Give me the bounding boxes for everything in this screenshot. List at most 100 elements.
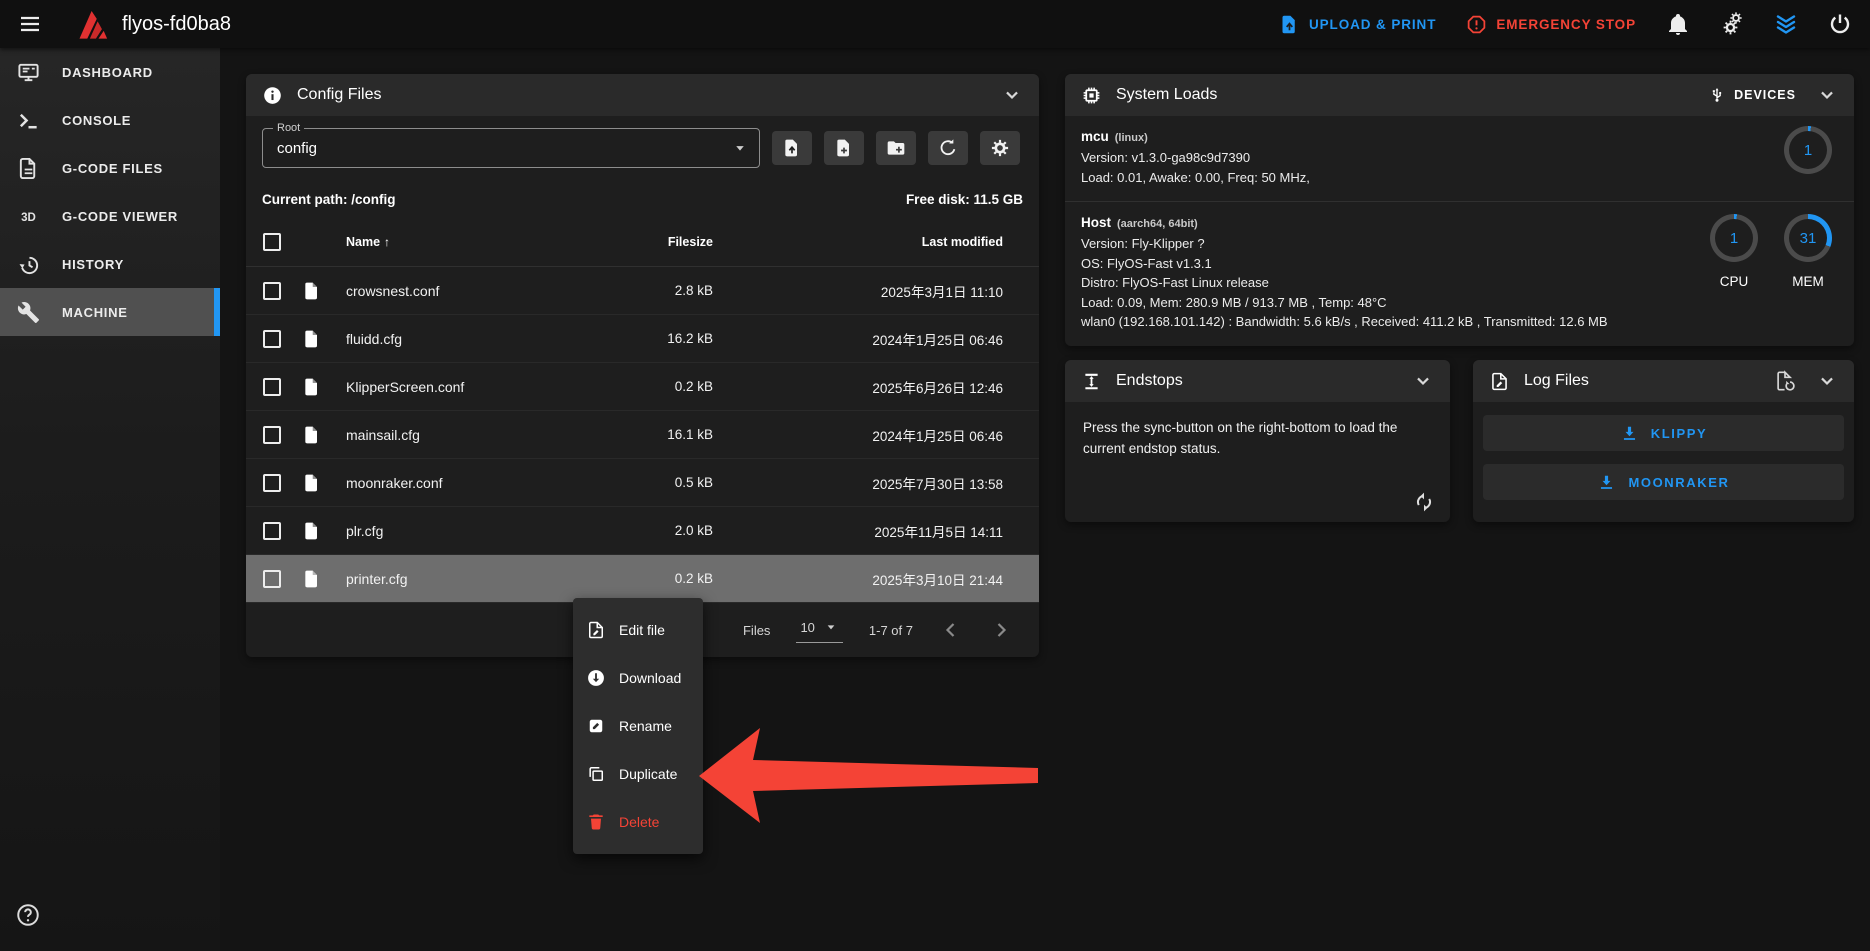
log-download-button[interactable]: KLIPPY — [1483, 415, 1844, 451]
table-body: crowsnest.conf 2.8 kB 2025年3月1日 11:10 fl… — [246, 267, 1039, 603]
mcu-line: Load: 0.01, Awake: 0.00, Freq: 50 MHz, — [1081, 168, 1838, 188]
context-menu-item[interactable]: Delete — [573, 798, 703, 846]
gauge-value: 1 — [1804, 142, 1812, 159]
row-checkbox[interactable] — [263, 426, 281, 444]
next-page-button[interactable] — [989, 618, 1013, 642]
file-modified: 2025年3月10日 21:44 — [713, 569, 1003, 589]
collapse-button[interactable] — [1816, 84, 1838, 106]
create-file-button[interactable] — [824, 131, 864, 165]
info-icon — [262, 85, 283, 106]
panel-title: Endstops — [1116, 372, 1183, 390]
collapse-button[interactable] — [1001, 84, 1023, 106]
sidebar-item[interactable]: G-CODE FILES — [0, 144, 220, 192]
pagination-range: 1-7 of 7 — [869, 623, 913, 638]
table-row[interactable]: mainsail.cfg 16.1 kB 2024年1月25日 06:46 — [246, 411, 1039, 459]
alert-octagon-icon — [1466, 14, 1487, 35]
file-size: 0.2 kB — [533, 379, 713, 394]
help-button[interactable] — [15, 902, 41, 928]
file-name: mainsail.cfg — [346, 427, 533, 443]
table-row[interactable]: crowsnest.conf 2.8 kB 2025年3月1日 11:10 — [246, 267, 1039, 315]
topbar-actions: UPLOAD & PRINT EMERGENCY STOP — [1279, 12, 1852, 36]
log-button-label: KLIPPY — [1651, 426, 1708, 441]
table-row[interactable]: printer.cfg 0.2 kB 2025年3月10日 21:44 — [246, 555, 1039, 603]
row-checkbox[interactable] — [263, 522, 281, 540]
caret-down-icon — [823, 619, 839, 635]
menu-icon — [18, 12, 42, 36]
file-name: crowsnest.conf — [346, 283, 533, 299]
context-menu-item[interactable]: Rename — [573, 702, 703, 750]
table-row[interactable]: moonraker.conf 0.5 kB 2025年7月30日 13:58 — [246, 459, 1039, 507]
notifications-button[interactable] — [1666, 12, 1690, 36]
upload-print-button[interactable]: UPLOAD & PRINT — [1279, 14, 1436, 35]
refresh-button[interactable] — [928, 131, 968, 165]
row-checkbox[interactable] — [263, 378, 281, 396]
context-menu-item[interactable]: Duplicate — [573, 750, 703, 798]
chevron-left-icon — [939, 618, 963, 642]
menu-button[interactable] — [18, 12, 42, 36]
panel-title: Config Files — [297, 86, 381, 104]
services-button[interactable] — [1720, 12, 1744, 36]
gauge-label: CPU — [1720, 274, 1749, 289]
create-folder-button[interactable] — [876, 131, 916, 165]
sort-arrow-icon: ↑ — [384, 235, 390, 249]
file-name: KlipperScreen.conf — [346, 379, 533, 395]
collapse-button[interactable] — [1412, 370, 1434, 392]
caret-down-icon — [731, 139, 749, 157]
sidebar-item-label: HISTORY — [62, 257, 124, 272]
file-size: 16.1 kB — [533, 427, 713, 442]
host-block: Host(aarch64, 64bit) Version: Fly-Klippe… — [1065, 202, 1854, 346]
collapse-button[interactable] — [1816, 370, 1838, 392]
page-title: flyos-fd0ba8 — [122, 13, 231, 36]
config-files-panel: Config Files Root config Current path: /… — [246, 74, 1039, 657]
table-row[interactable]: plr.cfg 2.0 kB 2025年11月5日 14:11 — [246, 507, 1039, 555]
chevron-down-icon — [1816, 84, 1838, 106]
sidebar-item[interactable]: G-CODE VIEWER — [0, 192, 220, 240]
select-all-checkbox[interactable] — [263, 233, 281, 251]
settings-button[interactable] — [980, 131, 1020, 165]
sidebar-item[interactable]: HISTORY — [0, 240, 220, 288]
emergency-stop-button[interactable]: EMERGENCY STOP — [1466, 14, 1636, 35]
power-button[interactable] — [1828, 12, 1852, 36]
sync-button[interactable] — [1412, 490, 1436, 514]
table-row[interactable]: fluidd.cfg 16.2 kB 2024年1月25日 06:46 — [246, 315, 1039, 363]
sidebar-item[interactable]: MACHINE — [0, 288, 220, 336]
column-last-modified[interactable]: Last modified — [713, 235, 1003, 249]
file-icon — [302, 329, 322, 349]
sidebar-item[interactable]: DASHBOARD — [0, 48, 220, 96]
sidebar-item[interactable]: CONSOLE — [0, 96, 220, 144]
cogs-icon — [1720, 12, 1744, 36]
row-checkbox[interactable] — [263, 330, 281, 348]
row-checkbox[interactable] — [263, 282, 281, 300]
upload-file-button[interactable] — [772, 131, 812, 165]
machine-icon — [17, 301, 40, 324]
row-checkbox[interactable] — [263, 570, 281, 588]
per-page-select[interactable]: 10 — [796, 617, 842, 643]
root-select-value: config — [277, 140, 317, 157]
delete-icon — [586, 812, 606, 832]
gear-icon — [990, 138, 1010, 158]
file-upload-icon — [1279, 14, 1300, 35]
file-modified: 2024年1月25日 06:46 — [713, 329, 1003, 349]
file-table: Name↑ Filesize Last modified crowsnest.c… — [246, 217, 1039, 657]
context-menu-item[interactable]: Edit file — [573, 606, 703, 654]
context-menu-item-label: Rename — [619, 718, 672, 734]
context-menu-item[interactable]: Download — [573, 654, 703, 702]
log-download-button[interactable]: MOONRAKER — [1483, 464, 1844, 500]
column-name[interactable]: Name↑ — [346, 235, 533, 249]
brand-logo-icon — [68, 5, 110, 43]
row-checkbox[interactable] — [263, 474, 281, 492]
table-row[interactable]: KlipperScreen.conf 0.2 kB 2025年6月26日 12:… — [246, 363, 1039, 411]
previous-page-button[interactable] — [939, 618, 963, 642]
file-modified: 2025年11月5日 14:11 — [713, 521, 1003, 541]
devices-button[interactable]: DEVICES — [1708, 86, 1796, 104]
log-files-header: Log Files — [1473, 360, 1854, 402]
download-icon — [1597, 473, 1616, 492]
column-filesize[interactable]: Filesize — [533, 235, 713, 249]
log-button-label: MOONRAKER — [1628, 475, 1729, 490]
layers-button[interactable] — [1774, 12, 1798, 36]
gauge-label: MEM — [1792, 274, 1824, 289]
rollover-logs-button[interactable] — [1774, 370, 1796, 392]
usb-icon — [1708, 86, 1726, 104]
log-files-panel: Log Files KLIPPY MOONRAKER — [1473, 360, 1854, 522]
root-select[interactable]: Root config — [262, 128, 760, 168]
